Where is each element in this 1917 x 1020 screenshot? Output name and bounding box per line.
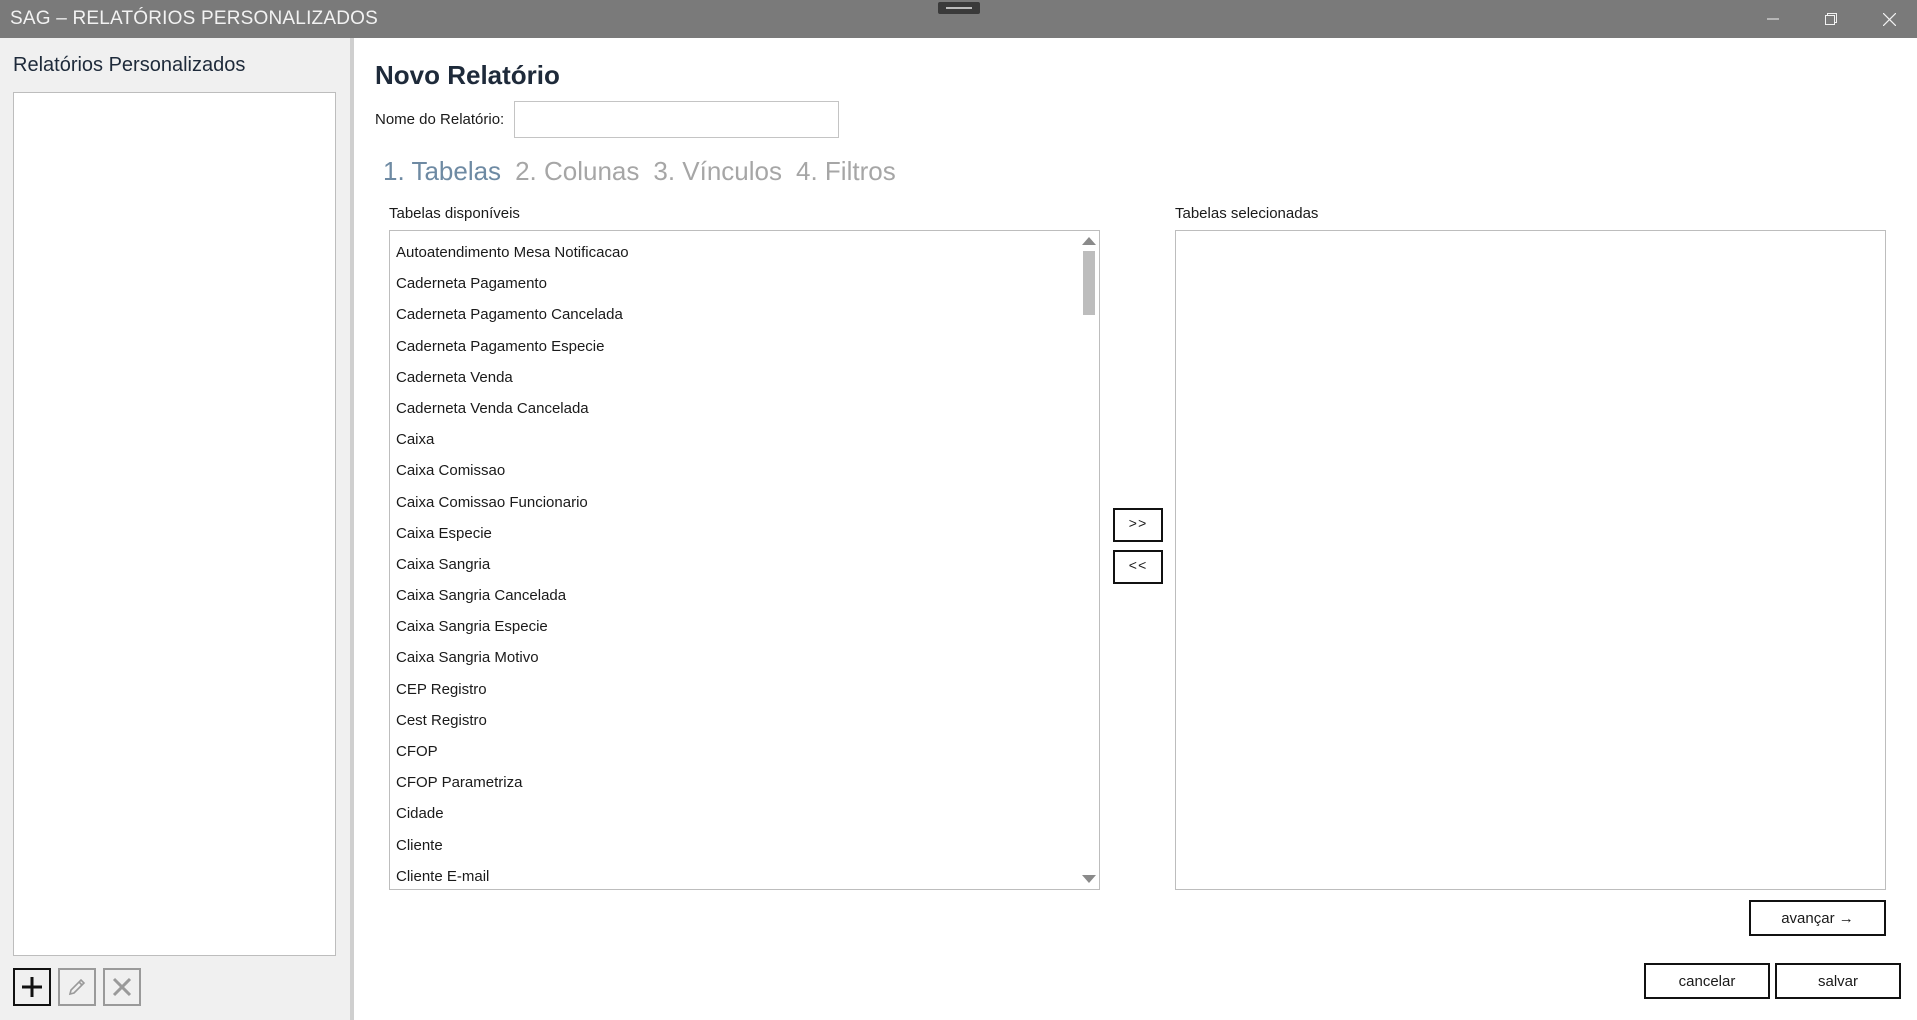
list-item[interactable]: Caderneta Venda Cancelada [390,393,1080,424]
reports-list[interactable] [13,92,336,956]
list-item[interactable]: Cidade [390,798,1080,829]
plus-icon [22,977,42,997]
minimize-button[interactable] [1744,0,1802,38]
list-item[interactable]: Caixa Comissao [390,455,1080,486]
list-item[interactable]: Caderneta Venda [390,362,1080,393]
pencil-icon [68,978,86,996]
list-item[interactable]: Caderneta Pagamento Especie [390,331,1080,362]
wizard-steps: 1. Tabelas 2. Colunas 3. Vínculos 4. Fil… [383,156,896,187]
list-item[interactable]: Caixa Comissao Funcionario [390,487,1080,518]
list-item[interactable]: Caixa Sangria Motivo [390,642,1080,673]
list-item[interactable]: Caderneta Pagamento [390,268,1080,299]
close-button[interactable] [1860,0,1917,38]
save-button[interactable]: salvar [1775,963,1901,999]
list-item[interactable]: CEP Registro [390,674,1080,705]
add-table-button[interactable]: >> [1113,508,1163,542]
list-item[interactable]: Caixa Sangria [390,549,1080,580]
restore-icon [1825,13,1837,25]
list-item[interactable]: Autoatendimento Mesa Notificacao [390,237,1080,268]
x-icon [112,977,132,997]
vertical-scrollbar[interactable] [1079,231,1099,889]
list-item[interactable]: Caderneta Pagamento Cancelada [390,299,1080,330]
scroll-down-arrow-icon[interactable] [1082,875,1096,883]
minimize-icon [1767,18,1779,20]
sidebar-divider[interactable] [350,38,354,1020]
sidebar-title: Relatórios Personalizados [13,54,246,76]
advance-button[interactable]: avançar → [1749,900,1886,936]
edit-report-button[interactable] [58,968,96,1006]
selected-tables-label: Tabelas selecionadas [1175,205,1319,222]
title-bar[interactable]: SAG – RELATÓRIOS PERSONALIZADOS [0,0,1917,38]
available-tables-label: Tabelas disponíveis [389,205,520,222]
delete-report-button[interactable] [103,968,141,1006]
restore-button[interactable] [1802,0,1860,38]
step-links[interactable]: 3. Vínculos [653,156,782,187]
remove-table-button[interactable]: << [1113,550,1163,584]
drag-handle-icon[interactable] [938,2,980,14]
available-tables-list[interactable]: Autoatendimento Mesa Notificacao Caderne… [389,230,1100,890]
list-item[interactable]: Caixa Sangria Especie [390,611,1080,642]
selected-tables-list[interactable] [1175,230,1886,890]
list-item[interactable]: Cliente [390,830,1080,861]
list-item[interactable]: CFOP [390,736,1080,767]
cancel-button[interactable]: cancelar [1644,963,1770,999]
close-icon [1882,12,1896,26]
sidebar: Relatórios Personalizados [0,38,350,1020]
report-name-label: Nome do Relatório: [375,111,505,128]
page-title: Novo Relatório [375,60,560,90]
list-item[interactable]: Caixa Especie [390,518,1080,549]
scroll-up-arrow-icon[interactable] [1082,237,1096,245]
list-item[interactable]: Caixa Sangria Cancelada [390,580,1080,611]
list-item[interactable]: Caixa [390,424,1080,455]
add-report-button[interactable] [13,968,51,1006]
scrollbar-thumb[interactable] [1083,251,1095,315]
step-filters[interactable]: 4. Filtros [796,156,896,187]
list-item[interactable]: CFOP Parametriza [390,767,1080,798]
report-name-input[interactable] [514,101,839,138]
list-item[interactable]: Cliente E-mail [390,861,1080,889]
window-title: SAG – RELATÓRIOS PERSONALIZADOS [10,8,378,29]
step-columns[interactable]: 2. Colunas [515,156,639,187]
step-tables[interactable]: 1. Tabelas [383,156,501,187]
list-item[interactable]: Cest Registro [390,705,1080,736]
